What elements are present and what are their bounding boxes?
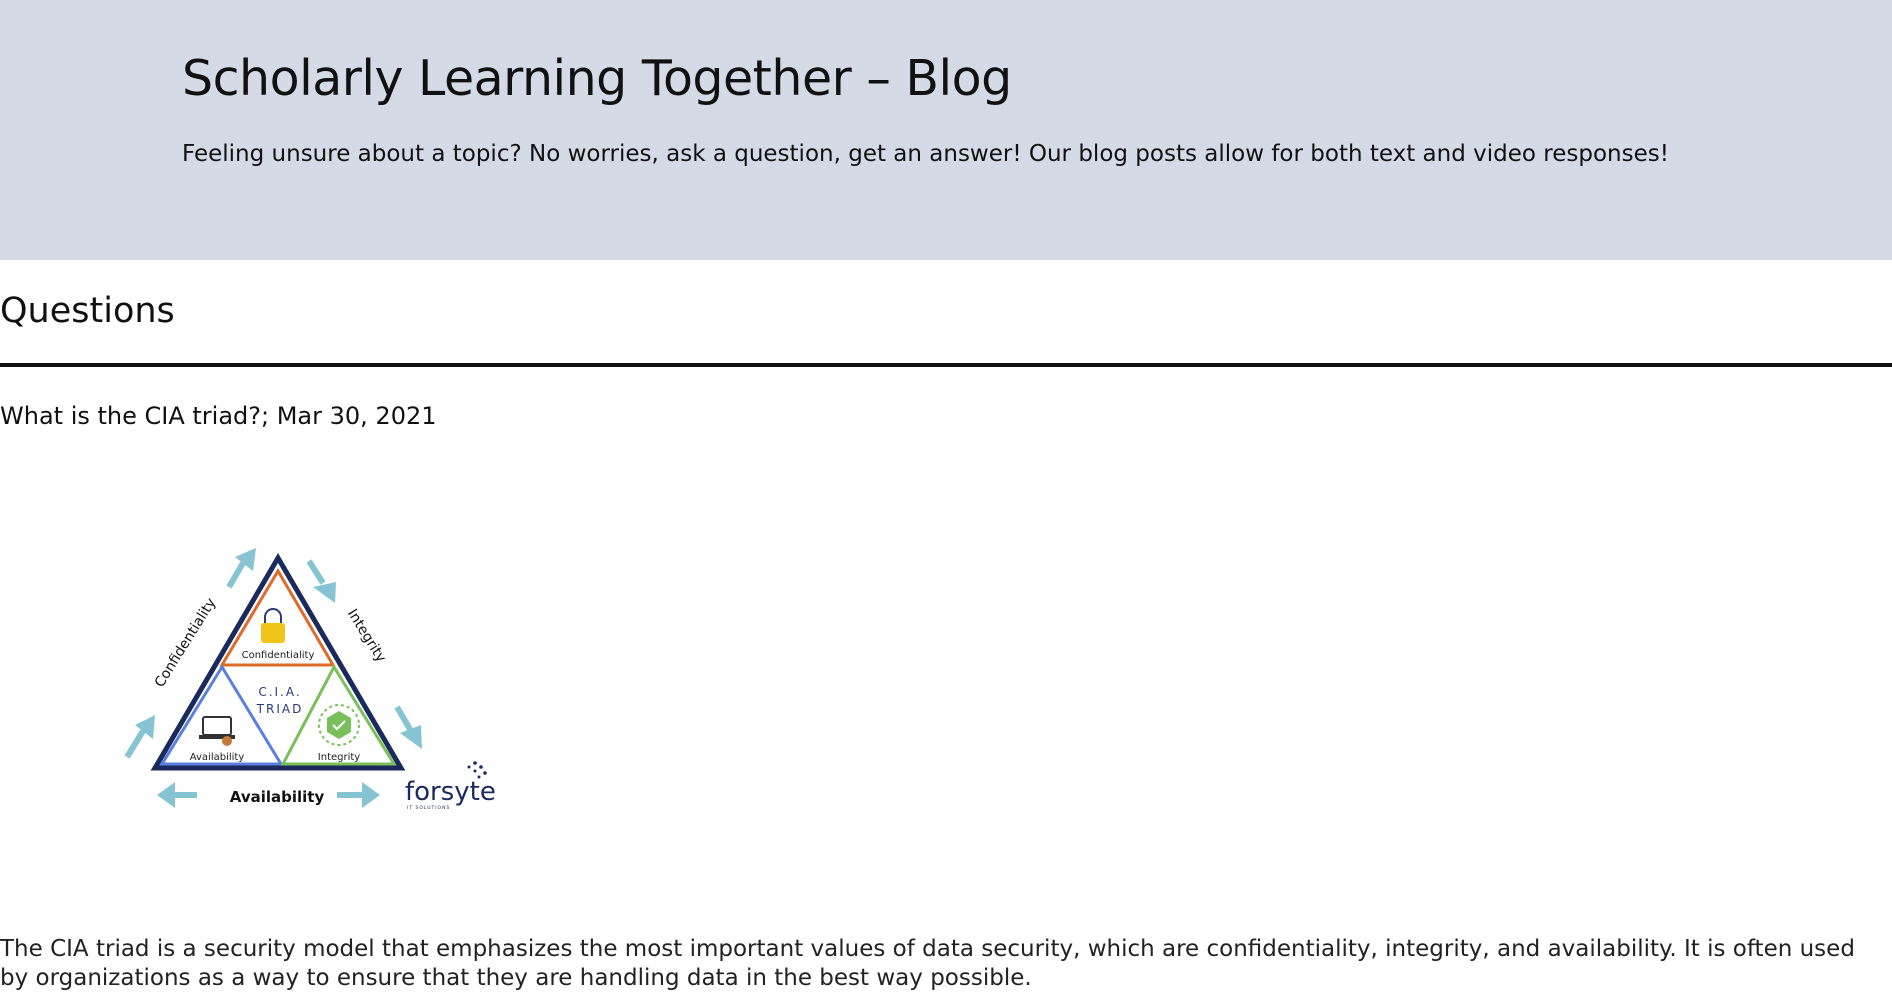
cia-triad-image: Confidentiality C.I.A. TRIAD Availabilit…	[124, 548, 496, 811]
inner-integrity-label: Integrity	[318, 752, 361, 763]
inner-availability-label: Availability	[190, 752, 245, 763]
forsyte-logo: forsyte IT SOLUTIONS	[405, 761, 496, 811]
post-heading: What is the CIA triad?; Mar 30, 2021	[0, 402, 437, 430]
questions-heading: Questions	[0, 291, 175, 331]
blog-header: Scholarly Learning Together – Blog Feeli…	[0, 0, 1892, 260]
blog-tagline: Feeling unsure about a topic? No worries…	[182, 141, 1669, 167]
outer-integrity-label: Integrity	[344, 606, 389, 665]
section-divider	[0, 363, 1892, 367]
post-body: The CIA triad is a security model that e…	[0, 936, 1855, 991]
outer-availability-label: Availability	[230, 788, 325, 806]
triad-center-line1: C.I.A.	[258, 685, 301, 699]
inner-confidentiality-label: Confidentiality	[242, 650, 315, 661]
forsyte-logo-text: forsyte	[405, 777, 496, 807]
triad-center-line2: TRIAD	[256, 702, 304, 716]
blog-title: Scholarly Learning Together – Blog	[182, 50, 1012, 107]
forsyte-logo-subtext: IT SOLUTIONS	[407, 805, 450, 811]
